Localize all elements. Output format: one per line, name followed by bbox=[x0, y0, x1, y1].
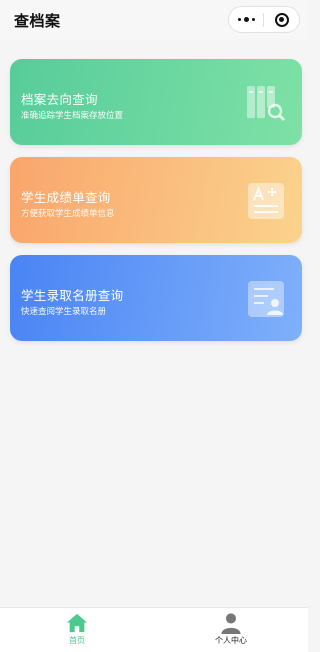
tab-label: 个人中心 bbox=[215, 636, 247, 645]
target-icon bbox=[274, 12, 289, 27]
tab-label: 首页 bbox=[69, 636, 85, 645]
more-dot-icon bbox=[237, 18, 241, 21]
more-options-button[interactable] bbox=[229, 7, 263, 32]
archive-destination-query-card[interactable]: 档案去向查询 准确追踪学生档案存放位置 bbox=[10, 59, 302, 145]
grade-sheet-query-card[interactable]: 学生成绩单查询 方便获取学生成绩单信息 bbox=[10, 157, 302, 243]
home-icon bbox=[66, 613, 88, 633]
mini-program-capsule bbox=[228, 6, 300, 33]
archive-search-icon bbox=[247, 86, 286, 122]
tab-home[interactable]: 首页 bbox=[0, 608, 154, 652]
card-subtitle: 方便获取学生成绩单信息 bbox=[21, 209, 115, 219]
more-dot-icon bbox=[251, 18, 255, 21]
card-title: 学生录取名册查询 bbox=[21, 288, 124, 303]
admission-roster-icon bbox=[248, 281, 284, 317]
more-dot-icon bbox=[243, 17, 249, 22]
grade-sheet-icon bbox=[248, 183, 284, 219]
close-mini-program-button[interactable] bbox=[264, 7, 299, 32]
admission-roster-query-card[interactable]: 学生录取名册查询 快速查阅学生录取名册 bbox=[10, 255, 302, 341]
card-title: 学生成绩单查询 bbox=[21, 190, 111, 205]
page-title: 查档案 bbox=[14, 12, 61, 30]
navigation-bar: 查档案 bbox=[0, 0, 308, 40]
tab-personal-center[interactable]: 个人中心 bbox=[154, 608, 308, 652]
card-subtitle: 快速查阅学生录取名册 bbox=[21, 307, 107, 317]
person-icon bbox=[221, 613, 241, 634]
tab-bar: 首页 个人中心 bbox=[0, 607, 308, 652]
card-subtitle: 准确追踪学生档案存放位置 bbox=[21, 111, 124, 121]
card-title: 档案去向查询 bbox=[21, 92, 98, 107]
